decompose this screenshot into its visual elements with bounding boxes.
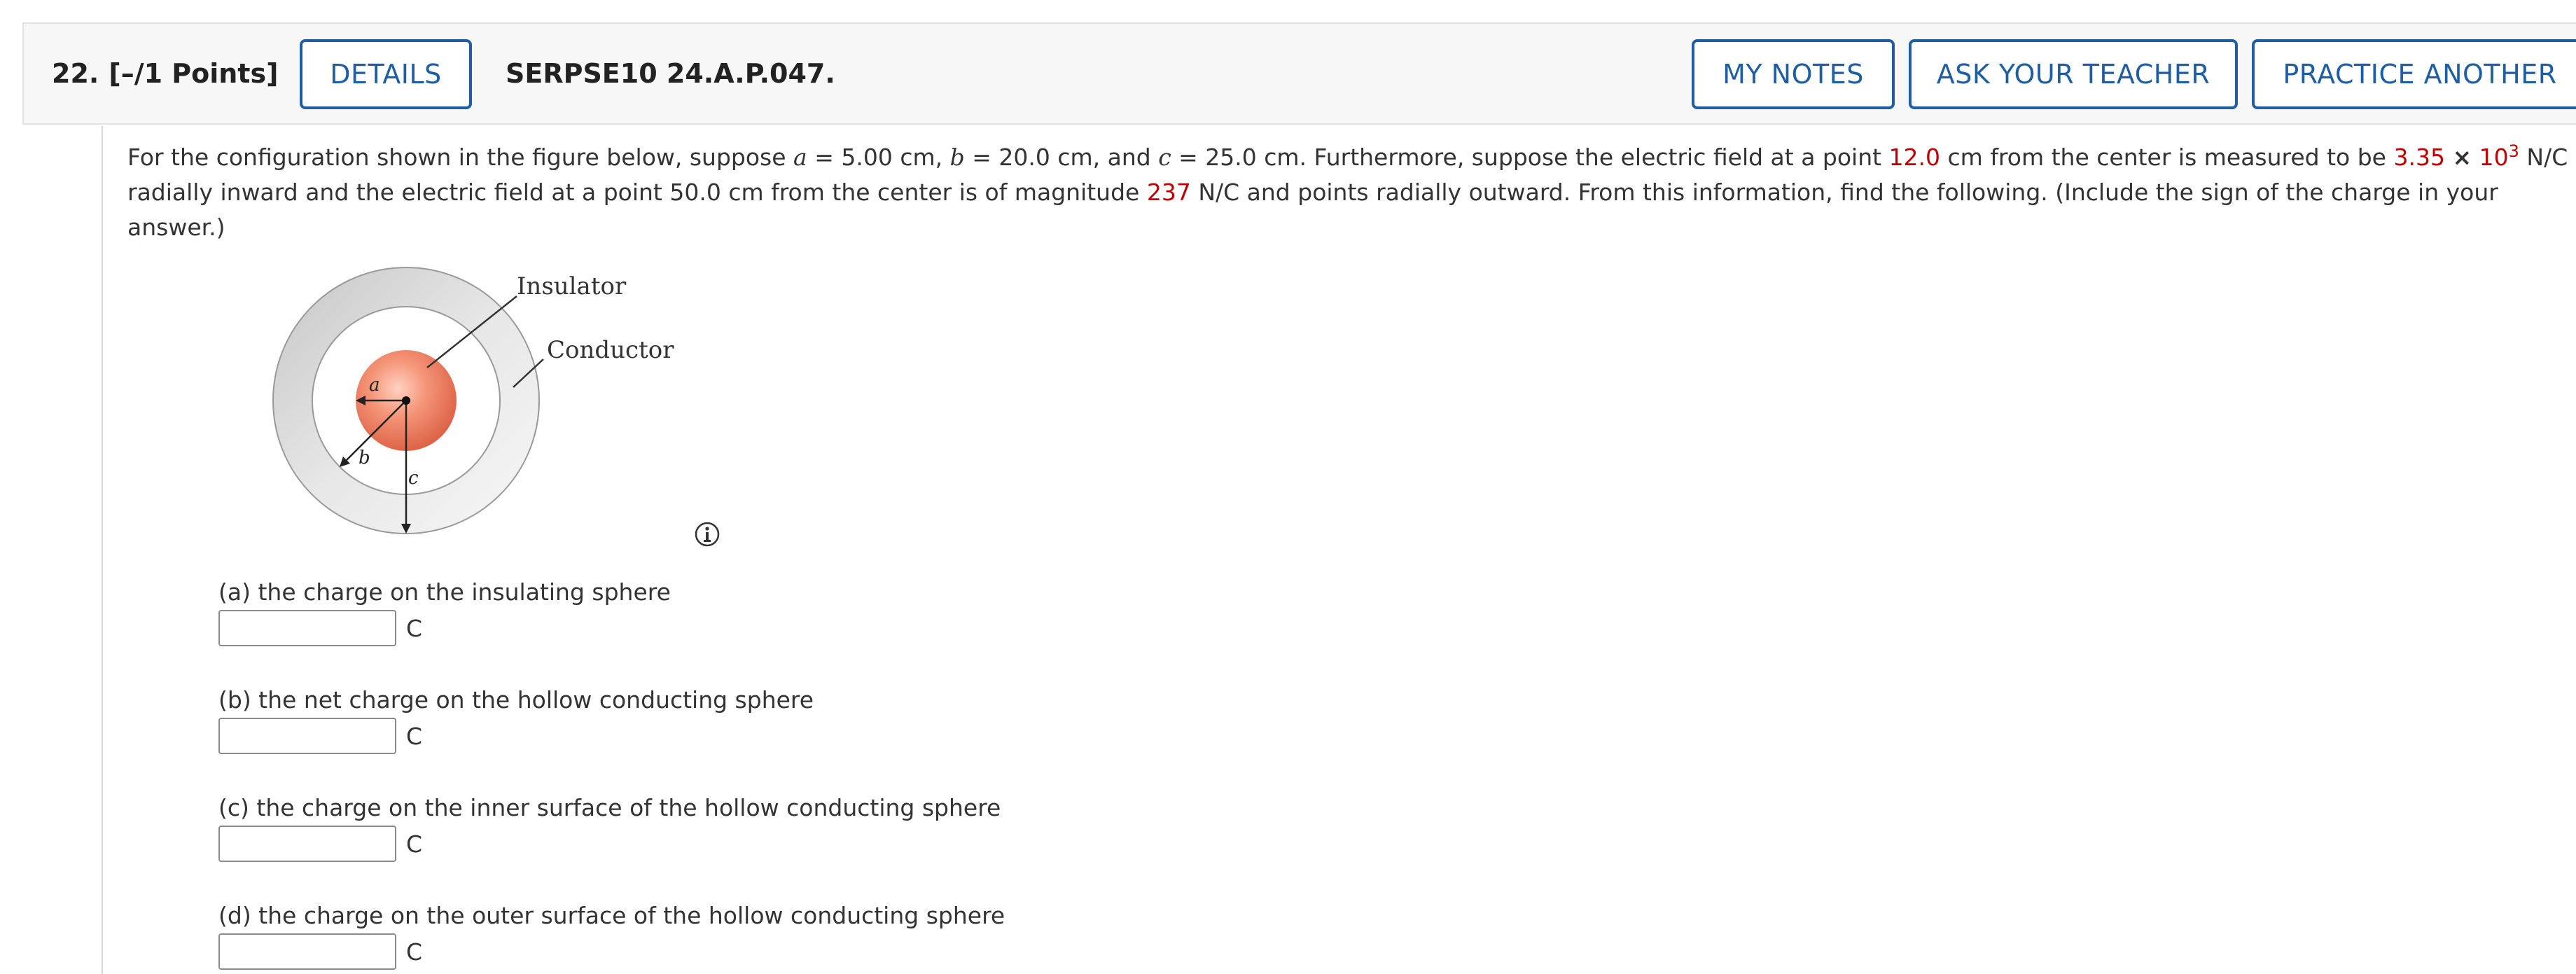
part-a: (a) the charge on the insulating sphere … <box>218 576 671 646</box>
center-point <box>402 396 410 405</box>
problem-text: = 25.0 cm. Furthermore, suppose the elec… <box>1171 144 1889 171</box>
part-b: (b) the net charge on the hollow conduct… <box>218 684 814 754</box>
points-label: [–/1 Points] <box>109 58 279 89</box>
part-b-unit: C <box>406 722 423 750</box>
part-d-unit: C <box>406 938 423 966</box>
question-number-text: 22. <box>52 58 99 89</box>
label-c: c <box>408 468 419 489</box>
label-b: b <box>358 447 370 468</box>
insulator-label: Insulator <box>517 272 627 300</box>
problem-text: N/C <box>2519 144 2568 171</box>
practice-another-button[interactable]: PRACTICE ANOTHER <box>2252 39 2576 109</box>
variable-b: b <box>949 144 965 171</box>
variable-a: a <box>793 144 807 171</box>
question-header: 22. [–/1 Points] DETAILS SERPSE10 24.A.P.… <box>22 22 2576 125</box>
question-id: SERPSE10 24.A.P.047. <box>506 58 835 89</box>
configuration-figure: a b c Insulator Conductor <box>272 267 674 534</box>
problem-statement: For the configuration shown in the figur… <box>127 140 2568 245</box>
field2-value: 237 <box>1146 179 1191 206</box>
info-icon[interactable] <box>693 520 721 548</box>
problem-text: For the configuration shown in the figur… <box>127 144 794 171</box>
problem-text: cm from the center is measured to be <box>1940 144 2394 171</box>
label-a: a <box>369 375 380 396</box>
details-button[interactable]: DETAILS <box>300 39 472 109</box>
part-a-answer-input[interactable] <box>218 610 396 646</box>
content-left-border <box>102 126 103 974</box>
problem-line-1: For the configuration shown in the figur… <box>127 140 2568 175</box>
problem-text: = 5.00 cm, <box>807 144 950 171</box>
field-mantissa: 3.35 <box>2393 144 2445 171</box>
problem-line-2: radially inward and the electric field a… <box>127 175 2564 210</box>
field-base: 10 <box>2479 144 2509 171</box>
times-symbol: × <box>2452 144 2472 171</box>
part-b-answer-input[interactable] <box>218 718 396 754</box>
my-notes-button[interactable]: MY NOTES <box>1692 39 1895 109</box>
part-c-unit: C <box>406 830 423 858</box>
part-b-label: (b) the net charge on the hollow conduct… <box>218 686 814 714</box>
part-d-label: (d) the charge on the outer surface of t… <box>218 902 1005 929</box>
distance-value: 12.0 <box>1888 144 1941 171</box>
field-exponent: 3 <box>2508 141 2519 161</box>
ask-your-teacher-button[interactable]: ASK YOUR TEACHER <box>1909 39 2238 109</box>
part-c-answer-input[interactable] <box>218 826 396 862</box>
part-d: (d) the charge on the outer surface of t… <box>218 900 1005 970</box>
question-number: 22. [–/1 Points] <box>52 56 278 91</box>
part-d-answer-input[interactable] <box>218 933 396 970</box>
problem-text: = 20.0 cm, and <box>964 144 1159 171</box>
part-c: (c) the charge on the inner surface of t… <box>218 792 1001 862</box>
problem-text: radially inward and the electric field a… <box>127 179 1147 206</box>
part-a-label: (a) the charge on the insulating sphere <box>218 578 671 606</box>
part-c-label: (c) the charge on the inner surface of t… <box>218 794 1001 821</box>
problem-text: N/C and points radially outward. From th… <box>1190 179 2498 206</box>
conductor-label: Conductor <box>547 336 674 364</box>
variable-c: c <box>1158 144 1171 171</box>
part-a-unit: C <box>406 614 423 642</box>
problem-line-3: answer.) <box>127 214 225 241</box>
